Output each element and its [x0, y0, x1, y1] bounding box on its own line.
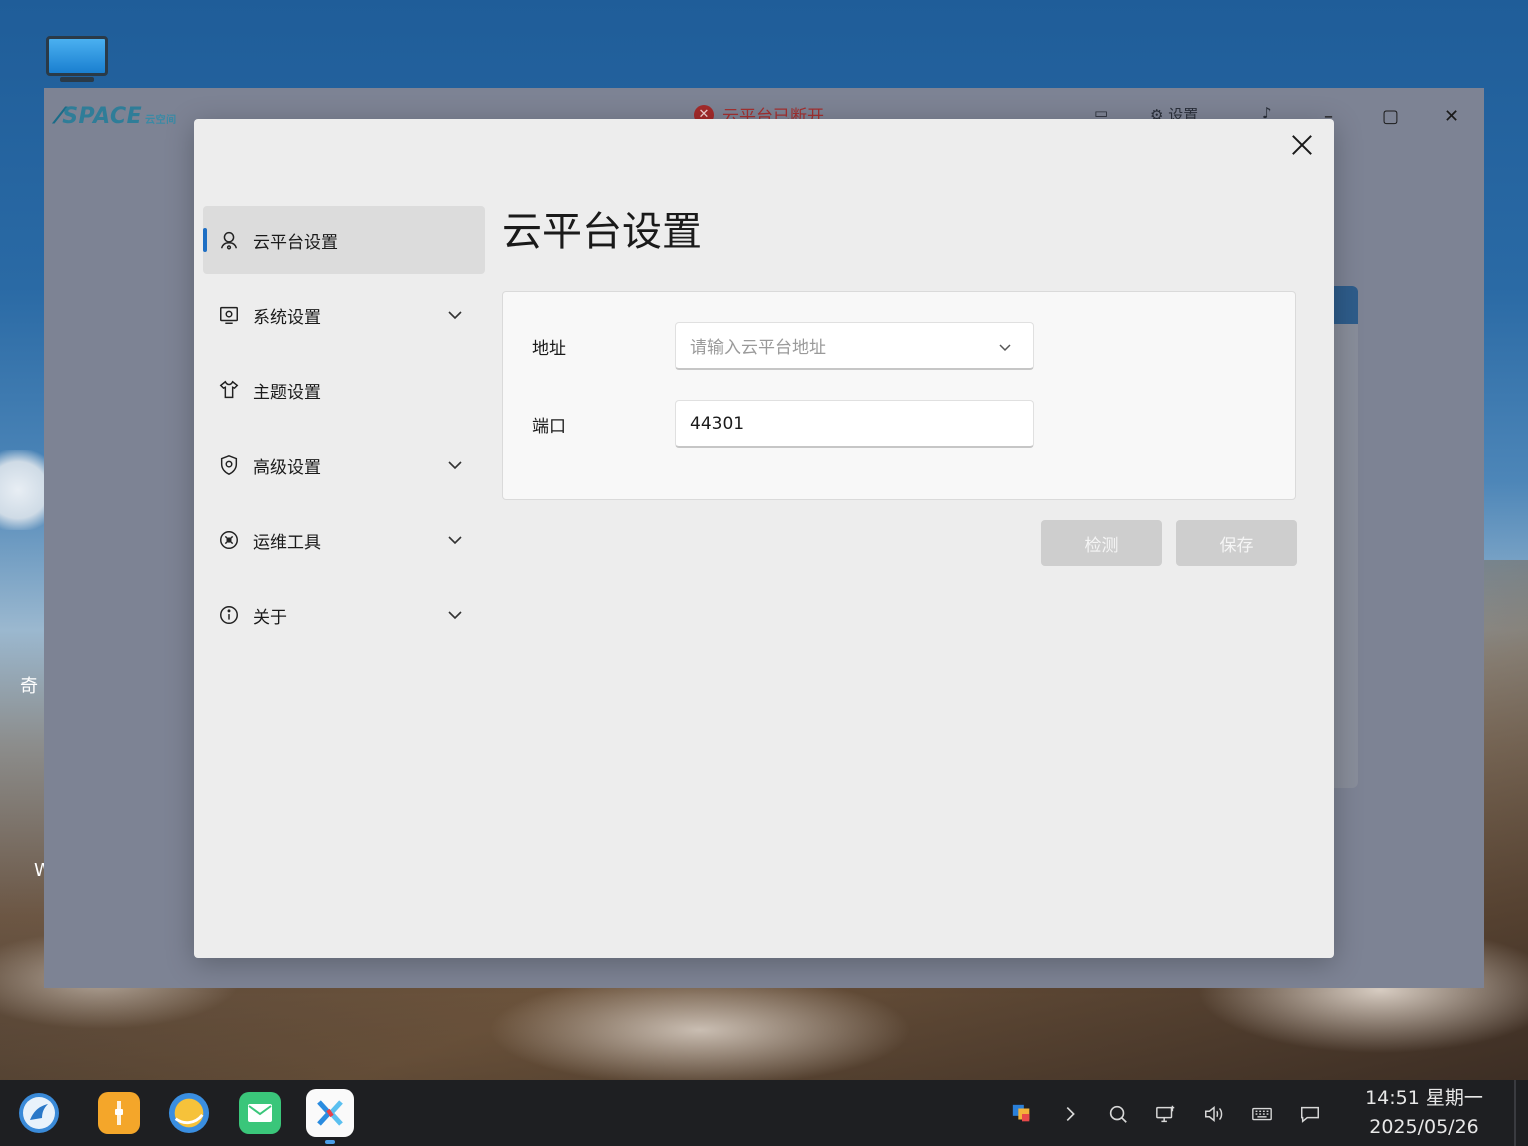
maximize-button[interactable]: ▢ [1382, 106, 1399, 127]
address-select[interactable]: 请输入云平台地址 [675, 322, 1034, 370]
settings-dialog: 云平台设置 系统设置 主题设置 高级设置 运维工具 关于 云平台设置 地址 请输… [194, 119, 1334, 958]
volume-icon[interactable] [1202, 1102, 1226, 1126]
show-desktop-edge[interactable] [1514, 1080, 1516, 1146]
network-icon[interactable] [1154, 1102, 1178, 1126]
port-label: 端口 [532, 417, 566, 437]
monitor-icon[interactable] [46, 36, 108, 84]
keyboard-icon[interactable] [1250, 1102, 1274, 1126]
port-input[interactable]: 44301 [675, 400, 1034, 448]
chevron-down-icon [448, 611, 462, 620]
browser-icon[interactable] [168, 1092, 210, 1134]
detect-button[interactable]: 检测 [1041, 520, 1162, 566]
system-settings-icon [217, 303, 241, 327]
chevron-down-icon [448, 536, 462, 545]
shield-icon [217, 453, 241, 477]
nav-label: 系统设置 [253, 307, 321, 328]
address-placeholder: 请输入云平台地址 [690, 338, 826, 358]
save-button[interactable]: 保存 [1176, 520, 1297, 566]
desktop-icon-label: 奇 [20, 676, 38, 697]
tools-icon [217, 528, 241, 552]
search-icon[interactable] [1106, 1102, 1130, 1126]
color-tray-icon[interactable] [1010, 1102, 1034, 1126]
nav-label: 云平台设置 [253, 232, 338, 253]
app-logo: ⁄SPACE 云空间 [58, 104, 177, 129]
clock-time: 14:51 星期一 [1365, 1087, 1483, 1109]
page-title: 云平台设置 [502, 209, 702, 255]
clock-date: 2025/05/26 [1369, 1116, 1479, 1138]
taskbar: 14:51 星期一 2025/05/26 [0, 1080, 1528, 1146]
close-icon[interactable] [1288, 131, 1316, 159]
app-blue-tab [1334, 286, 1358, 324]
settings-nav: 云平台设置 系统设置 主题设置 高级设置 运维工具 关于 [203, 206, 485, 656]
info-icon [217, 603, 241, 627]
mail-icon[interactable] [239, 1092, 281, 1134]
cloud-person-icon [217, 228, 241, 252]
chevron-down-icon [448, 311, 462, 320]
port-value: 44301 [690, 413, 745, 434]
nav-item-theme[interactable]: 主题设置 [203, 356, 485, 424]
nav-label: 高级设置 [253, 457, 321, 478]
nav-item-cloud-platform[interactable]: 云平台设置 [203, 206, 485, 274]
address-label: 地址 [532, 339, 566, 359]
close-window-button[interactable]: ✕ [1444, 106, 1459, 127]
nav-label: 主题设置 [253, 382, 321, 403]
active-app-indicator [325, 1140, 335, 1144]
start-menu-icon[interactable] [18, 1092, 60, 1134]
chevron-down-icon [999, 344, 1011, 352]
nav-item-ops-tools[interactable]: 运维工具 [203, 506, 485, 574]
chevron-down-icon [448, 461, 462, 470]
chevron-right-icon[interactable] [1058, 1102, 1082, 1126]
app-side-panel [1334, 324, 1358, 788]
nav-item-advanced[interactable]: 高级设置 [203, 431, 485, 499]
cloud-settings-form: 地址 请输入云平台地址 端口 44301 [502, 291, 1296, 500]
nav-label: 运维工具 [253, 532, 321, 553]
nav-item-about[interactable]: 关于 [203, 581, 485, 649]
nav-label: 关于 [253, 607, 287, 628]
clock[interactable]: 14:51 星期一 2025/05/26 [1364, 1084, 1484, 1142]
nav-item-system[interactable]: 系统设置 [203, 281, 485, 349]
notification-icon[interactable] [1298, 1102, 1322, 1126]
remote-desktop-icon[interactable] [306, 1089, 354, 1137]
shirt-icon [217, 378, 241, 402]
file-manager-icon[interactable] [98, 1092, 140, 1134]
